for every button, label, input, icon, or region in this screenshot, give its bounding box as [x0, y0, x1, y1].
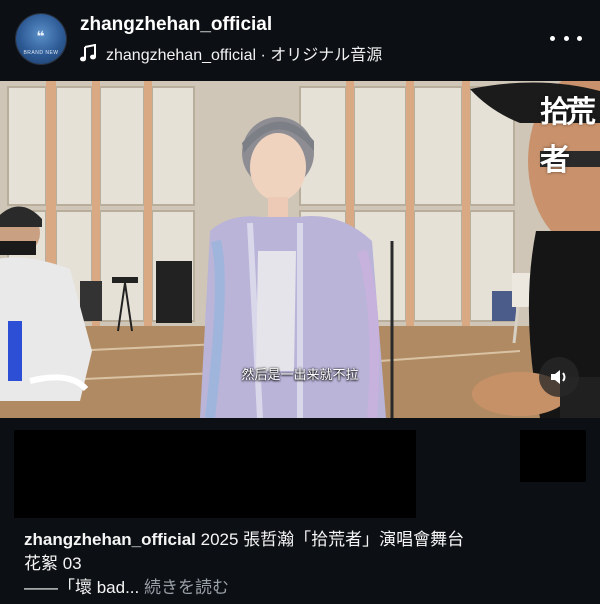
more-options-icon[interactable]: [550, 26, 582, 50]
avatar-mark: ❝: [36, 28, 46, 44]
username-link[interactable]: zhangzhehan_official: [80, 14, 272, 36]
audio-label: zhangzhehan_official · オリジナル音源: [106, 47, 383, 64]
profile-avatar[interactable]: ❝ BRAND NEW: [16, 14, 66, 64]
music-note-icon: [80, 44, 96, 62]
post-caption: zhangzhehan_official 2025 張哲瀚「拾荒者」演唱會舞台 …: [24, 528, 584, 600]
redacted-block: [14, 430, 416, 518]
speaker-icon[interactable]: [539, 357, 579, 397]
read-more-link[interactable]: 続きを読む: [144, 578, 229, 597]
watermark-logo: 拾荒者: [540, 95, 596, 178]
redacted-block-small: [520, 430, 586, 482]
post-header: ❝ BRAND NEW zhangzhehan_official zhangzh…: [0, 0, 600, 80]
video-subtitle: 然后是一出来就不拉: [241, 367, 359, 382]
post: ❝ BRAND NEW zhangzhehan_official zhangzh…: [0, 0, 600, 604]
audio-link[interactable]: zhangzhehan_official · オリジナル音源: [80, 42, 382, 64]
caption-line-2: 花絮 03: [24, 554, 82, 573]
speaker-glyph: [551, 370, 566, 384]
avatar-subtext: BRAND NEW: [23, 50, 59, 56]
caption-line-1: zhangzhehan_official 2025 張哲瀚「拾荒者」演唱會舞台: [24, 528, 584, 552]
video-player[interactable]: 然后是一出来就不拉: [0, 81, 600, 418]
caption-text-1: 2025 張哲瀚「拾荒者」演唱會舞台: [195, 530, 465, 549]
caption-line-3: ——「壞 bad... 続きを読む: [24, 576, 584, 600]
caption-text-3: ——「壞 bad...: [24, 578, 140, 597]
caption-username[interactable]: zhangzhehan_official: [24, 530, 196, 549]
